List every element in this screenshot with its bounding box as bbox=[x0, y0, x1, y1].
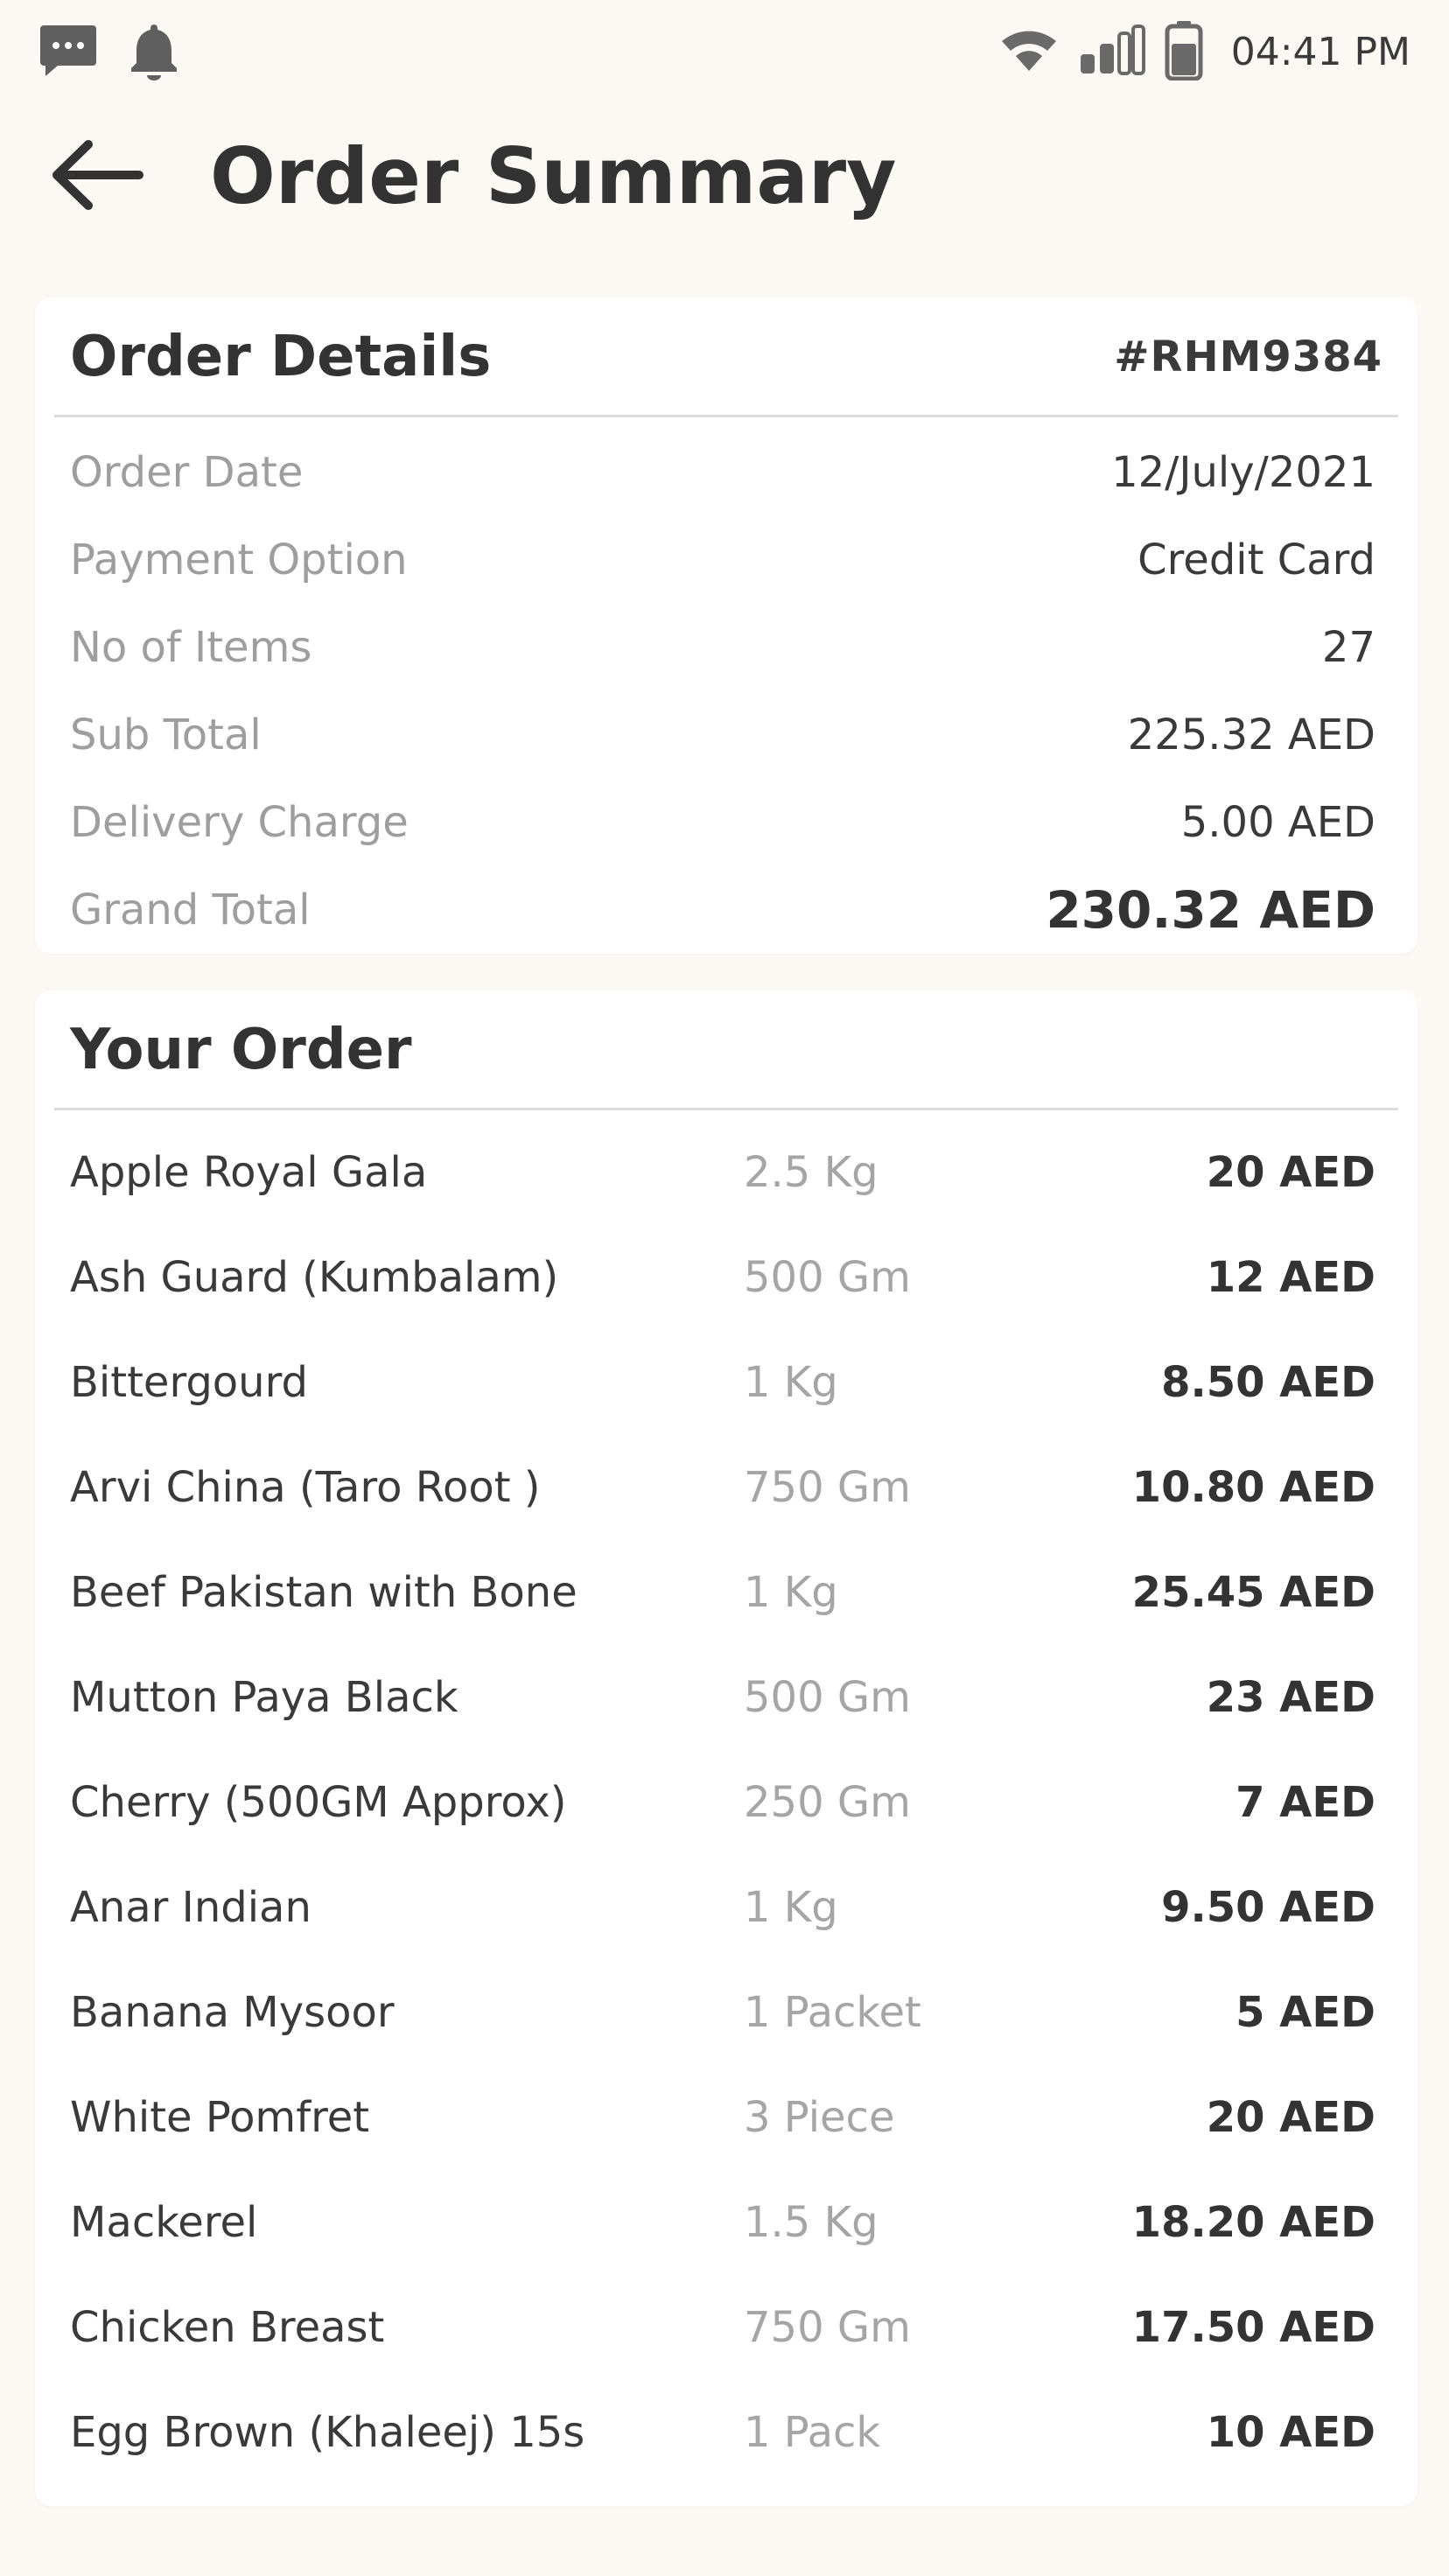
item-price: 23 AED bbox=[1206, 1673, 1376, 1722]
detail-label: Delivery Charge bbox=[70, 798, 409, 847]
item-name: Banana Mysoor bbox=[70, 1988, 395, 2037]
item-name: Mutton Paya Black bbox=[70, 1673, 458, 1722]
item-name: White Pomfret bbox=[70, 2093, 370, 2142]
detail-label: Payment Option bbox=[70, 536, 408, 584]
detail-label: Grand Total bbox=[70, 886, 311, 934]
item-name: Anar Indian bbox=[70, 1883, 312, 1932]
item-price: 18.20 AED bbox=[1131, 2198, 1376, 2247]
order-item-row: Banana Mysoor 1 Packet 5 AED bbox=[70, 1960, 1376, 2065]
item-price: 17.50 AED bbox=[1131, 2303, 1376, 2352]
signal-icon bbox=[1079, 24, 1145, 79]
divider bbox=[54, 415, 1398, 417]
order-number: #RHM9384 bbox=[1114, 332, 1382, 382]
order-item-row: Egg Brown (Khaleej) 15s 1 Pack 10 AED bbox=[70, 2380, 1376, 2485]
detail-value: 5.00 AED bbox=[1180, 798, 1376, 847]
your-order-card: Your Order Apple Royal Gala 2.5 Kg 20 AE… bbox=[35, 990, 1418, 2506]
your-order-header: Your Order bbox=[70, 990, 1382, 1110]
item-name: Apple Royal Gala bbox=[70, 1148, 428, 1197]
detail-value: Credit Card bbox=[1138, 536, 1376, 584]
item-quantity: 750 Gm bbox=[744, 1463, 911, 1512]
message-icon bbox=[38, 24, 98, 81]
order-item-row: Mackerel 1.5 Kg 18.20 AED bbox=[70, 2170, 1376, 2275]
detail-value: 12/July/2021 bbox=[1111, 448, 1376, 497]
detail-label: Order Date bbox=[70, 448, 304, 497]
page-title: Order Summary bbox=[210, 131, 897, 221]
item-name: Cherry (500GM Approx) bbox=[70, 1778, 567, 1827]
order-item-row: Chicken Breast 750 Gm 17.50 AED bbox=[70, 2275, 1376, 2380]
item-name: Chicken Breast bbox=[70, 2303, 385, 2352]
order-details-card: Order Details #RHM9384 Order Date 12/Jul… bbox=[35, 298, 1418, 954]
item-price: 7 AED bbox=[1236, 1778, 1376, 1827]
item-name: Arvi China (Taro Root ) bbox=[70, 1463, 541, 1512]
order-item-row: White Pomfret 3 Piece 20 AED bbox=[70, 2065, 1376, 2170]
your-order-heading: Your Order bbox=[70, 1018, 412, 1082]
detail-label: No of Items bbox=[70, 623, 312, 672]
item-name: Ash Guard (Kumbalam) bbox=[70, 1253, 559, 1302]
wifi-icon bbox=[998, 27, 1060, 76]
item-price: 12 AED bbox=[1206, 1253, 1376, 1302]
detail-row-delivery-charge: Delivery Charge 5.00 AED bbox=[70, 779, 1376, 866]
detail-row-order-date: Order Date 12/July/2021 bbox=[70, 429, 1376, 516]
item-quantity: 500 Gm bbox=[744, 1673, 911, 1722]
detail-value: 27 bbox=[1321, 623, 1376, 672]
order-details-header: Order Details #RHM9384 bbox=[70, 298, 1382, 416]
battery-icon bbox=[1165, 19, 1203, 84]
item-name: Mackerel bbox=[70, 2198, 258, 2247]
arrow-left-icon bbox=[48, 136, 144, 218]
item-name: Egg Brown (Khaleej) 15s bbox=[70, 2408, 585, 2457]
detail-value: 225.32 AED bbox=[1127, 710, 1376, 760]
order-details-heading: Order Details bbox=[70, 325, 492, 389]
grand-total-value: 230.32 AED bbox=[1046, 880, 1376, 940]
item-quantity: 500 Gm bbox=[744, 1253, 911, 1302]
item-quantity: 3 Piece bbox=[744, 2093, 895, 2142]
divider bbox=[54, 1108, 1398, 1110]
item-name: Beef Pakistan with Bone bbox=[70, 1568, 578, 1617]
detail-row-sub-total: Sub Total 225.32 AED bbox=[70, 691, 1376, 779]
item-name: Bittergourd bbox=[70, 1358, 308, 1407]
detail-label: Sub Total bbox=[70, 710, 262, 760]
bell-icon bbox=[130, 21, 178, 84]
order-item-row: Bittergourd 1 Kg 8.50 AED bbox=[70, 1330, 1376, 1435]
item-quantity: 250 Gm bbox=[744, 1778, 911, 1827]
item-quantity: 1 Pack bbox=[744, 2408, 881, 2457]
item-price: 25.45 AED bbox=[1131, 1568, 1376, 1617]
item-quantity: 1 Kg bbox=[744, 1883, 838, 1932]
item-quantity: 1.5 Kg bbox=[744, 2198, 878, 2247]
order-item-row: Cherry (500GM Approx) 250 Gm 7 AED bbox=[70, 1750, 1376, 1855]
order-item-row: Arvi China (Taro Root ) 750 Gm 10.80 AED bbox=[70, 1435, 1376, 1540]
item-price: 8.50 AED bbox=[1161, 1358, 1376, 1407]
detail-row-grand-total: Grand Total 230.32 AED bbox=[70, 866, 1376, 954]
item-quantity: 2.5 Kg bbox=[744, 1148, 878, 1197]
detail-row-payment-option: Payment Option Credit Card bbox=[70, 516, 1376, 604]
item-quantity: 1 Packet bbox=[744, 1988, 921, 2037]
item-price: 9.50 AED bbox=[1161, 1883, 1376, 1932]
order-item-row: Ash Guard (Kumbalam) 500 Gm 12 AED bbox=[70, 1225, 1376, 1330]
item-price: 10 AED bbox=[1206, 2408, 1376, 2457]
item-price: 20 AED bbox=[1206, 1148, 1376, 1197]
item-quantity: 750 Gm bbox=[744, 2303, 911, 2352]
status-bar: 04:41 PM bbox=[0, 0, 1449, 96]
order-item-row: Anar Indian 1 Kg 9.50 AED bbox=[70, 1855, 1376, 1960]
order-item-row: Beef Pakistan with Bone 1 Kg 25.45 AED bbox=[70, 1540, 1376, 1645]
item-price: 5 AED bbox=[1236, 1988, 1376, 2037]
order-item-row: Apple Royal Gala 2.5 Kg 20 AED bbox=[70, 1120, 1376, 1225]
item-price: 10.80 AED bbox=[1131, 1463, 1376, 1512]
detail-row-item-count: No of Items 27 bbox=[70, 604, 1376, 691]
status-time: 04:41 PM bbox=[1230, 29, 1410, 74]
item-price: 20 AED bbox=[1206, 2093, 1376, 2142]
item-quantity: 1 Kg bbox=[744, 1568, 838, 1617]
back-button[interactable] bbox=[44, 133, 149, 220]
item-quantity: 1 Kg bbox=[744, 1358, 838, 1407]
app-bar: Order Summary bbox=[0, 114, 1449, 245]
order-item-row: Mutton Paya Black 500 Gm 23 AED bbox=[70, 1645, 1376, 1750]
